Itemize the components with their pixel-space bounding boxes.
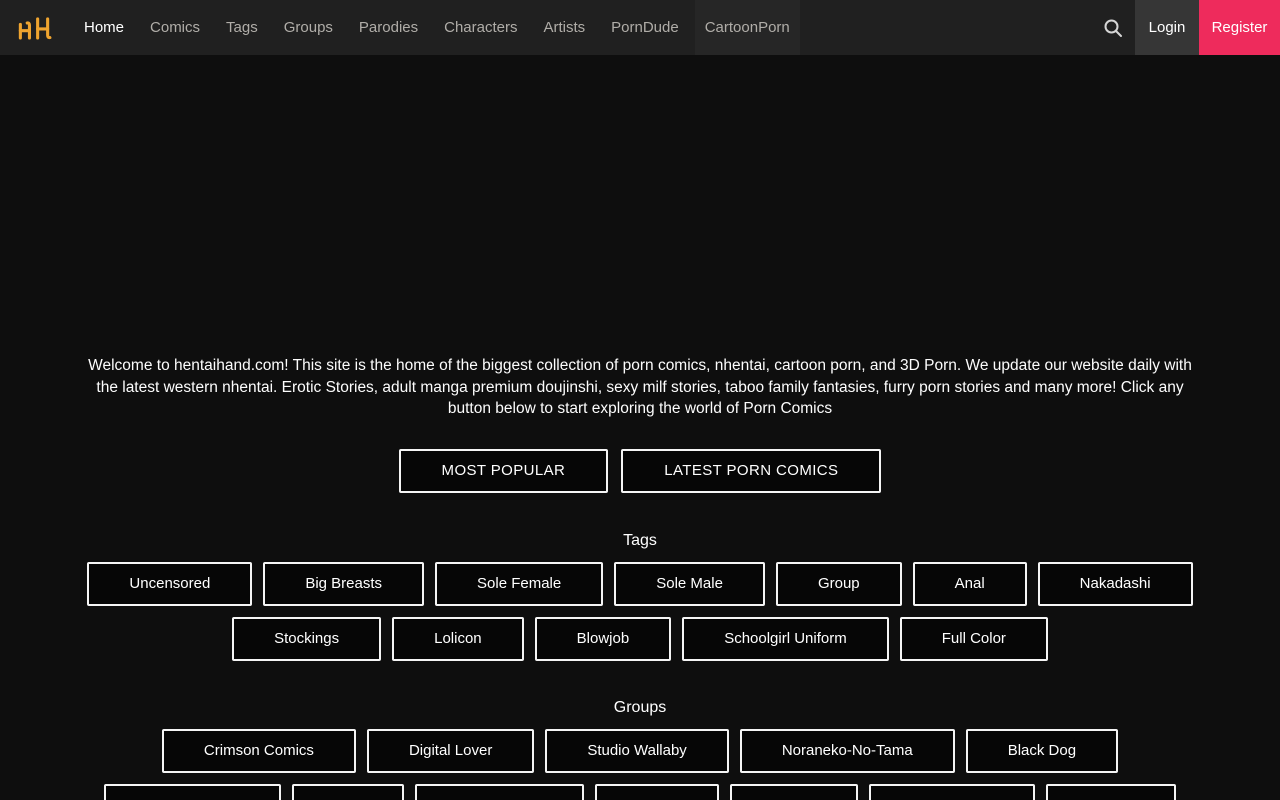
group-crimson-comics[interactable]: Crimson Comics [161, 728, 356, 773]
tag-anal[interactable]: Anal [912, 561, 1027, 606]
groups-row-partial [0, 783, 1280, 800]
register-button[interactable]: Register [1199, 0, 1280, 55]
nav-link-porndude[interactable]: PornDude [611, 0, 679, 55]
nav-link-artists[interactable]: Artists [543, 0, 585, 55]
tag-blowjob[interactable]: Blowjob [534, 616, 672, 661]
nav-link-parodies[interactable]: Parodies [359, 0, 418, 55]
tag-sole-male[interactable]: Sole Male [614, 561, 765, 606]
logo-hh-icon [18, 16, 52, 40]
group-black-dog[interactable]: Black Dog [965, 728, 1119, 773]
magnifier-icon [1104, 19, 1122, 37]
tag-schoolgirl-uniform[interactable]: Schoolgirl Uniform [682, 616, 889, 661]
navbar-right: Login Register [1091, 0, 1280, 55]
tag-group[interactable]: Group [775, 561, 902, 606]
search-icon[interactable] [1091, 0, 1135, 55]
tag-full-color[interactable]: Full Color [899, 616, 1048, 661]
group-button-partial[interactable] [1046, 783, 1176, 800]
group-studio-wallaby[interactable]: Studio Wallaby [545, 728, 729, 773]
tags-row-2: Stockings Lolicon Blowjob Schoolgirl Unifor… [0, 616, 1280, 661]
main-nav: Home Comics Tags Groups Parodies Characters Ar… [84, 0, 800, 55]
tags-row-1: Uncensored Big Breasts Sole Female Sole Mal… [0, 561, 1280, 606]
group-digital-lover[interactable]: Digital Lover [366, 728, 535, 773]
nav-link-tags[interactable]: Tags [226, 0, 258, 55]
login-button[interactable]: Login [1135, 0, 1199, 55]
group-button-partial[interactable] [730, 783, 858, 800]
tag-nakadashi[interactable]: Nakadashi [1037, 561, 1193, 606]
group-button-partial[interactable] [869, 783, 1035, 800]
nav-link-characters[interactable]: Characters [444, 0, 517, 55]
most-popular-button[interactable]: MOST POPULAR [398, 448, 609, 493]
tag-big-breasts[interactable]: Big Breasts [263, 561, 425, 606]
main-content: Welcome to hentaihand.com! This site is … [0, 55, 1280, 800]
group-button-partial[interactable] [292, 783, 404, 800]
group-button-partial[interactable] [104, 783, 281, 800]
cta-row: MOST POPULAR LATEST PORN COMICS [0, 448, 1280, 493]
group-noraneko-no-tama[interactable]: Noraneko-No-Tama [739, 728, 955, 773]
group-button-partial[interactable] [415, 783, 584, 800]
nav-link-home[interactable]: Home [84, 0, 124, 55]
latest-porn-comics-button[interactable]: LATEST PORN COMICS [621, 448, 882, 493]
tag-stockings[interactable]: Stockings [232, 616, 382, 661]
tag-sole-female[interactable]: Sole Female [435, 561, 604, 606]
groups-row-1: Crimson Comics Digital Lover Studio Wallab… [0, 728, 1280, 773]
nav-link-groups[interactable]: Groups [284, 0, 333, 55]
nav-link-comics[interactable]: Comics [150, 0, 200, 55]
welcome-text: Welcome to hentaihand.com! This site is … [88, 357, 1192, 417]
groups-section: Crimson Comics Digital Lover Studio Wallab… [0, 728, 1280, 800]
nav-link-cartoonporn[interactable]: CartoonPorn [694, 0, 800, 55]
tags-heading: Tags [623, 531, 657, 549]
groups-heading: Groups [613, 698, 667, 716]
tag-uncensored[interactable]: Uncensored [87, 561, 253, 606]
tags-section: Uncensored Big Breasts Sole Female Sole Mal… [0, 561, 1280, 661]
tag-lolicon[interactable]: Lolicon [392, 616, 524, 661]
group-button-partial[interactable] [595, 783, 719, 800]
navbar: Home Comics Tags Groups Parodies Characters Ar… [0, 0, 1280, 55]
site-logo[interactable] [0, 0, 70, 55]
